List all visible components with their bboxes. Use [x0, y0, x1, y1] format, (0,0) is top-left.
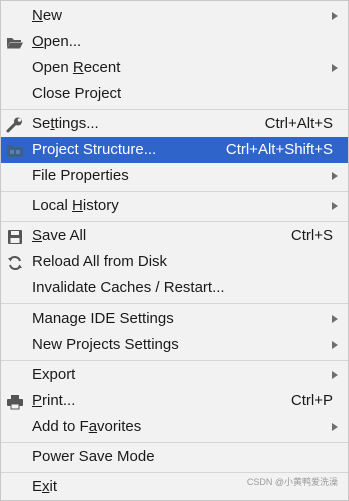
menu-item-label: Invalidate Caches / Restart...	[32, 279, 225, 296]
menu-item-manage-ide-settings[interactable]: Manage IDE Settings	[1, 306, 348, 332]
menu-item-export[interactable]: Export	[1, 362, 348, 388]
menu-item-label: Add to Favorites	[32, 418, 142, 435]
menu-item-label: New	[32, 7, 63, 24]
menu-item-label: Open...	[32, 33, 82, 50]
menu-item-power-save-mode[interactable]: Power Save Mode	[1, 444, 348, 470]
menu-item-label: New Projects Settings	[32, 336, 179, 353]
save-icon	[6, 228, 24, 244]
menu-item-label: Open Recent	[32, 59, 121, 76]
menu-item-settings[interactable]: Settings... Ctrl+Alt+S	[1, 111, 348, 137]
menu-item-label: Project Structure...	[32, 141, 157, 158]
project-structure-icon	[6, 142, 24, 158]
menu-item-label: Manage IDE Settings	[32, 310, 174, 327]
shortcut-label: Ctrl+S	[290, 227, 333, 244]
menu-separator	[1, 191, 348, 192]
menu-item-reload-all[interactable]: Reload All from Disk	[1, 249, 348, 275]
menu-item-label: Settings...	[32, 115, 99, 132]
printer-icon	[6, 393, 24, 410]
menu-item-label: Power Save Mode	[32, 448, 155, 465]
shortcut-label: Ctrl+P	[290, 392, 333, 409]
menu-item-label: File Properties	[32, 167, 129, 184]
menu-item-label: Export	[32, 366, 76, 383]
menu-item-project-structure[interactable]: Project Structure... Ctrl+Alt+Shift+S	[1, 137, 348, 163]
menu-separator	[1, 109, 348, 110]
menu-item-label: Print...	[32, 392, 76, 409]
reload-icon	[6, 254, 24, 270]
folder-open-icon	[6, 34, 24, 50]
submenu-arrow-icon	[332, 341, 338, 349]
menu-item-invalidate-caches[interactable]: Invalidate Caches / Restart...	[1, 275, 348, 301]
menu-separator	[1, 303, 348, 304]
menu-separator	[1, 360, 348, 361]
submenu-arrow-icon	[332, 371, 338, 379]
menu-item-new-projects-settings[interactable]: New Projects Settings	[1, 332, 348, 358]
menu-item-save-all[interactable]: Save All Ctrl+S	[1, 223, 348, 249]
menu-item-label: Save All	[32, 227, 87, 244]
menu-item-close-project[interactable]: Close Project	[1, 81, 348, 107]
menu-separator	[1, 221, 348, 222]
submenu-arrow-icon	[332, 315, 338, 323]
wrench-icon	[6, 116, 24, 133]
submenu-arrow-icon	[332, 202, 338, 210]
file-menu: New Open... Open Recent Close Project Se…	[0, 0, 349, 501]
menu-item-local-history[interactable]: Local History	[1, 193, 348, 219]
watermark: CSDN @小黄鸭爱洗澡	[246, 477, 338, 487]
menu-item-label: Close Project	[32, 85, 122, 102]
submenu-arrow-icon	[332, 12, 338, 20]
menu-item-label: Local History	[32, 197, 119, 214]
menu-item-new[interactable]: New	[1, 3, 348, 29]
menu-item-label: Exit	[32, 478, 58, 495]
menu-item-label: Reload All from Disk	[32, 253, 168, 270]
menu-item-print[interactable]: Print... Ctrl+P	[1, 388, 348, 414]
submenu-arrow-icon	[332, 172, 338, 180]
submenu-arrow-icon	[332, 64, 338, 72]
menu-item-open[interactable]: Open...	[1, 29, 348, 55]
submenu-arrow-icon	[332, 423, 338, 431]
shortcut-label: Ctrl+Alt+Shift+S	[225, 141, 333, 158]
menu-item-file-properties[interactable]: File Properties	[1, 163, 348, 189]
menu-separator	[1, 442, 348, 443]
shortcut-label: Ctrl+Alt+S	[264, 115, 333, 132]
menu-item-add-to-favorites[interactable]: Add to Favorites	[1, 414, 348, 440]
menu-item-open-recent[interactable]: Open Recent	[1, 55, 348, 81]
menu-separator	[1, 472, 348, 473]
